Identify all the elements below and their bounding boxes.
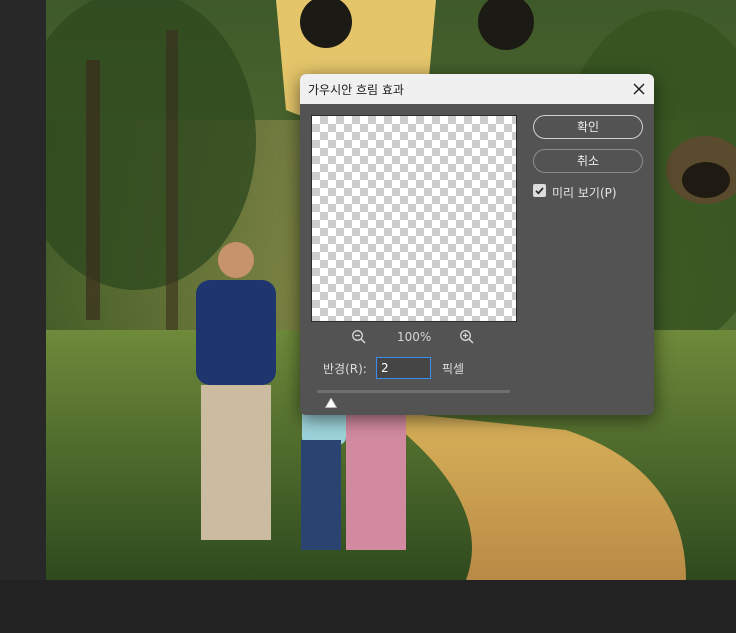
unit-label: 픽셀 [442,362,465,376]
radius-slider-track[interactable] [317,390,510,393]
preview-pane[interactable] [311,115,517,322]
zoom-in-icon [460,330,474,344]
close-icon [633,83,645,95]
preview-label: 미리 보기(P) [552,186,617,200]
checkmark-icon [535,187,544,195]
cancel-button[interactable]: 취소 [533,149,643,173]
zoom-level: 100% [397,330,432,344]
radius-input[interactable] [376,357,431,379]
zoom-out-button[interactable] [351,329,367,345]
close-button[interactable] [624,74,654,104]
dialog-titlebar[interactable]: 가우시안 흐림 효과 [300,74,654,104]
zoom-out-icon [352,330,366,344]
slider-thumb-icon [324,397,337,408]
zoom-in-button[interactable] [459,329,475,345]
ok-button[interactable]: 확인 [533,115,643,139]
zoom-controls: 100% [311,327,517,347]
preview-checkbox[interactable] [533,184,546,197]
dialog-title: 가우시안 흐림 효과 [308,83,404,97]
status-area [0,580,736,633]
gaussian-blur-dialog: 가우시안 흐림 효과 100% 반경(R): 픽셀 [300,74,654,415]
radius-label: 반경(R): [323,362,367,376]
radius-slider-thumb[interactable] [324,393,337,408]
